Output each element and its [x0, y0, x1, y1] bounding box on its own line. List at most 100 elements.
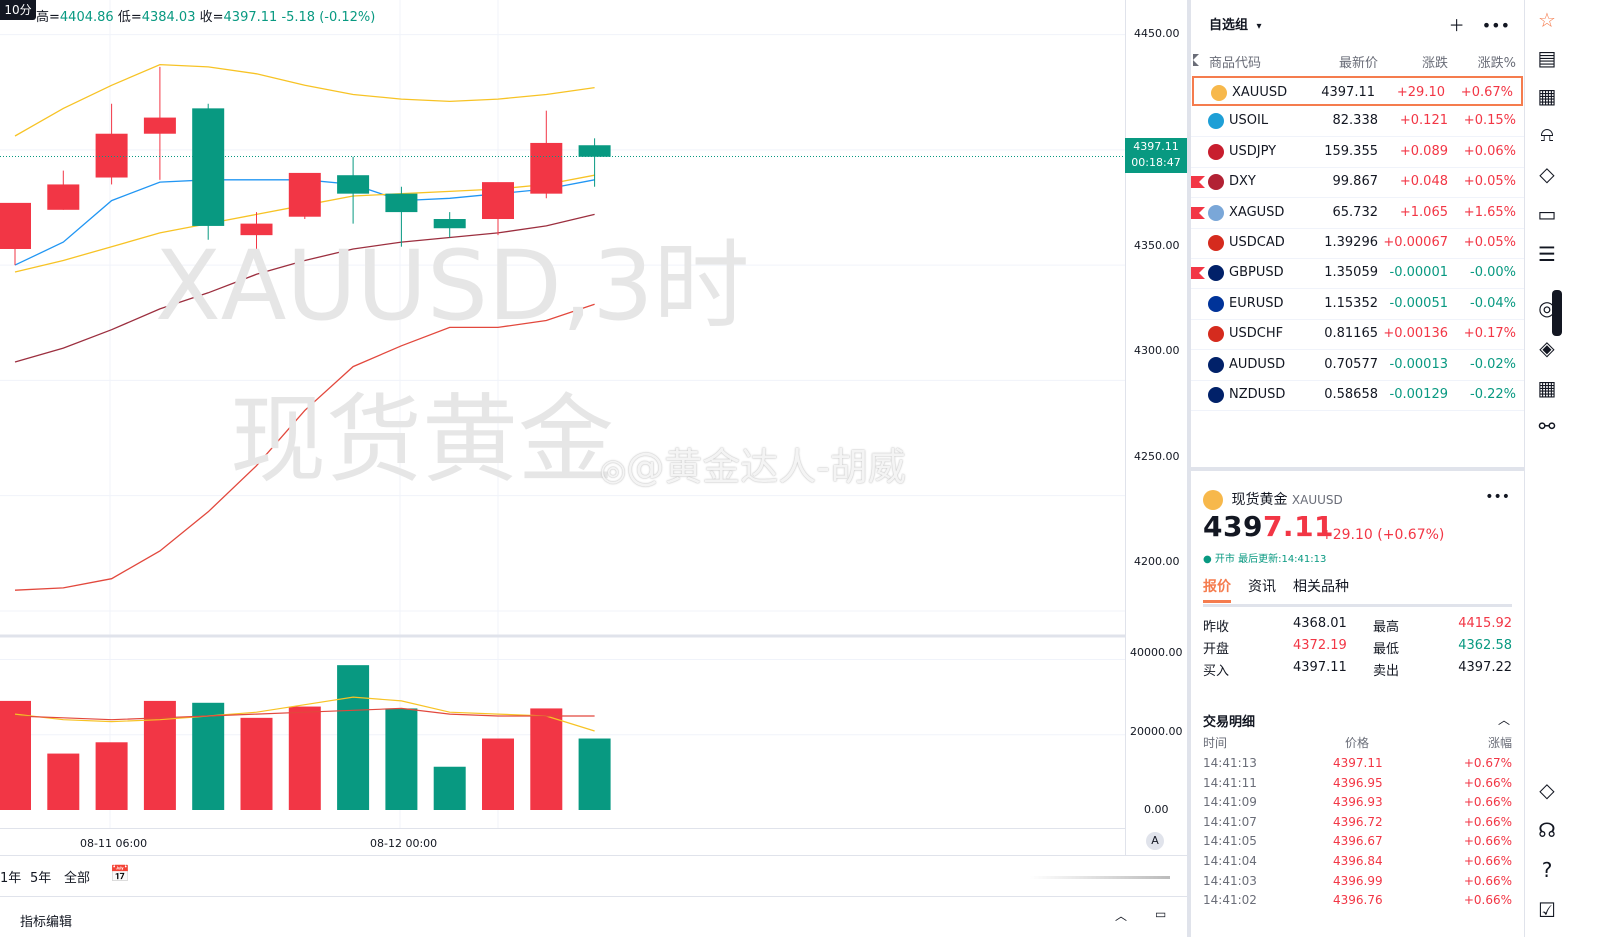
price-tick: 4250.00: [1134, 450, 1180, 463]
watchlist-row[interactable]: GBPUSD 1.35059 -0.00001 -0.00%: [1191, 258, 1524, 290]
watchlist-change: +1.065: [1399, 204, 1448, 220]
range-5y-button[interactable]: 5年: [30, 867, 51, 886]
stat-label: 最高: [1373, 620, 1400, 635]
symbol-flag-icon: [1208, 143, 1224, 160]
watchlist-change-pct: -0.22%: [1470, 387, 1516, 402]
trade-time: 14:41:04: [1203, 854, 1257, 868]
high-value: 4404.86: [59, 10, 114, 25]
candle-body: [143, 117, 176, 134]
calendar-goto-icon[interactable]: 📅: [110, 864, 130, 883]
change-pct-value: (-0.12%): [319, 10, 376, 25]
calendar-icon[interactable]: ▦: [1533, 82, 1561, 110]
trade-price: 4396.76: [1333, 893, 1383, 908]
flag-marker-icon[interactable]: [1191, 267, 1205, 280]
watchlist-row[interactable]: XAGUSD 65.732 +1.065 +1.65%: [1191, 198, 1524, 229]
volume-tick: 20000.00: [1130, 725, 1183, 738]
watchlist-row[interactable]: NZDUSD 0.58658 -0.00129 -0.22%: [1191, 380, 1524, 411]
detail-header: 现货黄金 XAUUSD: [1203, 489, 1343, 510]
col-last[interactable]: 最新价: [1339, 52, 1378, 71]
symbol-flag-icon: [1208, 387, 1224, 403]
watchlist-row[interactable]: USOIL 82.338 +0.121 +0.15%: [1191, 106, 1524, 138]
watchlist-row[interactable]: AUDUSD 0.70577 -0.00013 -0.02%: [1191, 350, 1524, 381]
help-icon[interactable]: ?: [1533, 856, 1561, 884]
watchlist-change-pct: -0.02%: [1470, 356, 1516, 372]
drawer-handle[interactable]: [1552, 290, 1562, 336]
detail-change: +29.10 (+0.67%): [1321, 527, 1445, 543]
trade-row: 14:41:04 4396.84 +0.66%: [1191, 854, 1524, 874]
watchlist-change: -0.00001: [1389, 265, 1448, 281]
watchlist-change: +29.10: [1396, 85, 1445, 100]
stat-value: 4372.19: [1293, 638, 1347, 653]
auto-scale-button[interactable]: A: [1146, 832, 1164, 850]
stat-label: 开盘: [1203, 642, 1230, 657]
volume-bar: [240, 717, 273, 810]
watchlist-change: +0.121: [1399, 113, 1448, 129]
watchlist-last: 1.15352: [1324, 295, 1378, 311]
more-icon[interactable]: •••: [1482, 16, 1510, 35]
trade-time: 14:41:02: [1203, 893, 1257, 908]
watchlist-change: -0.00129: [1389, 387, 1448, 402]
trade-icon[interactable]: ◇: [1533, 776, 1561, 804]
trade-pct: +0.66%: [1463, 775, 1512, 790]
watchlist-row[interactable]: EURUSD 1.15352 -0.00051 -0.04%: [1191, 289, 1524, 320]
stack-icon[interactable]: ◈: [1533, 334, 1561, 362]
volume-bar: [385, 708, 418, 810]
trade-row: 14:41:05 4396.67 +0.66%: [1191, 834, 1524, 854]
price-tick: 4350.00: [1134, 239, 1180, 252]
maximize-icon[interactable]: ▭: [1155, 907, 1166, 921]
collapse-trades-icon[interactable]: ︿: [1498, 711, 1510, 728]
watchlist-row[interactable]: DXY 99.867 +0.048 +0.05%: [1191, 167, 1524, 199]
stat-value: 4397.22: [1458, 660, 1512, 675]
symbol-flag-icon: [1208, 235, 1224, 251]
video-icon[interactable]: ▭: [1533, 200, 1561, 228]
trade-row: 14:41:11 4396.95 +0.66%: [1191, 776, 1524, 796]
detail-more-icon[interactable]: •••: [1485, 489, 1510, 505]
support-icon[interactable]: ☊: [1533, 816, 1561, 844]
add-symbol-icon[interactable]: ＋: [1449, 16, 1465, 35]
flag-marker-icon[interactable]: [1191, 206, 1205, 219]
tab-news[interactable]: 资讯: [1248, 576, 1276, 596]
trade-time: 14:41:09: [1203, 795, 1257, 810]
trade-price: 4396.72: [1333, 814, 1383, 829]
trade-pct: +0.66%: [1463, 795, 1512, 810]
watchlist-icon[interactable]: ☆: [1533, 6, 1561, 34]
section-divider[interactable]: [1191, 467, 1524, 471]
indicator-edit-label[interactable]: 指标编辑: [20, 911, 72, 930]
notification-icon[interactable]: ☑: [1533, 896, 1561, 924]
chart-area[interactable]: XAUUSD,3时 现货黄金 ◎@黄金达人-胡威 10分 高=4404.86 低…: [0, 0, 1188, 937]
watchlist-row[interactable]: USDCAD 1.39296 +0.00067 +0.05%: [1191, 228, 1524, 259]
trade-row: 14:41:02 4396.76 +0.66%: [1191, 893, 1524, 913]
watchlist-row[interactable]: USDJPY 159.355 +0.089 +0.06%: [1191, 137, 1524, 168]
range-1y-button[interactable]: 1年: [0, 867, 21, 886]
chat-icon[interactable]: ☰: [1533, 240, 1561, 268]
col-change[interactable]: 涨跌: [1422, 52, 1448, 71]
watchlist-change-pct: +0.67%: [1460, 85, 1513, 100]
watchlist-row[interactable]: XAUUSD 4397.11 +29.10 +0.67%: [1192, 76, 1523, 106]
range-all-button[interactable]: 全部: [64, 867, 90, 886]
news-icon[interactable]: ▤: [1533, 44, 1561, 72]
scroll-indicator[interactable]: [1030, 876, 1170, 879]
trades-col-pct: 涨幅: [1487, 736, 1512, 750]
gold-icon: [1203, 490, 1223, 510]
time-axis[interactable]: 08-11 06:00 08-12 00:00: [0, 828, 1125, 856]
trade-time: 14:41:05: [1203, 834, 1257, 849]
watchlist-symbol: NZDUSD: [1229, 387, 1286, 402]
col-change-pct[interactable]: 涨跌%: [1478, 52, 1516, 71]
flag-marker-icon[interactable]: [1191, 176, 1205, 189]
grid-icon[interactable]: ▦: [1533, 374, 1561, 402]
moving-average-line: [14, 63, 595, 137]
collapse-icon[interactable]: ︿: [1115, 907, 1127, 924]
watchlist-row[interactable]: USDCHF 0.81165 +0.00136 +0.17%: [1191, 319, 1524, 351]
price-axis[interactable]: 4450.00 4350.00 4300.00 4250.00 4200.00 …: [1125, 0, 1188, 855]
weibo-watermark: ◎@黄金达人-胡威: [600, 436, 906, 491]
tab-quote[interactable]: 报价: [1203, 576, 1231, 603]
alert-icon[interactable]: ⍾: [1533, 120, 1561, 148]
interval-badge[interactable]: 10分: [0, 0, 36, 20]
layers-icon[interactable]: ◇: [1533, 160, 1561, 188]
stat-label: 昨收: [1203, 620, 1230, 635]
pattern-icon[interactable]: ⚯: [1533, 412, 1561, 440]
tab-related[interactable]: 相关品种: [1293, 576, 1349, 596]
col-symbol[interactable]: 商品代码: [1209, 52, 1261, 71]
detail-price: 4397.11: [1203, 510, 1334, 543]
watchlist-selector[interactable]: 自选组 ▾: [1209, 14, 1262, 33]
